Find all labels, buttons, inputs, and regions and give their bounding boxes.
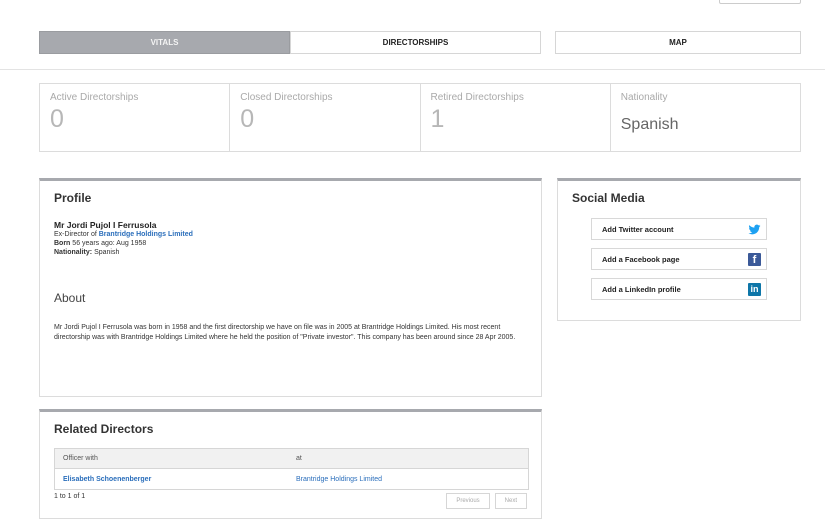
stat-value: 0 [50, 105, 64, 133]
social-media-panel: Social Media Add Twitter account Add a F… [557, 178, 801, 321]
add-facebook-button[interactable]: Add a Facebook page f [591, 248, 767, 270]
stat-label: Closed Directorships [240, 92, 333, 103]
related-directors-panel: Related Directors Officer with at Elisab… [39, 409, 542, 519]
officer-link[interactable]: Elisabeth Schoenenberger [63, 476, 151, 483]
social-title: Social Media [572, 191, 645, 205]
born-value: 56 years ago: Aug 1958 [72, 240, 147, 247]
add-linkedin-button[interactable]: Add a LinkedIn profile in [591, 278, 767, 300]
ex-director-prefix: Ex-Director of [54, 231, 97, 238]
related-title: Related Directors [54, 422, 154, 436]
top-right-button[interactable] [719, 0, 801, 4]
stat-nationality: Nationality Spanish [611, 84, 800, 151]
nationality-label: Nationality: [54, 249, 93, 256]
stat-value: Spanish [620, 116, 679, 133]
col-officer-header: Officer with [63, 455, 98, 462]
stat-value: 0 [240, 105, 255, 133]
nationality-value: Spanish [94, 249, 120, 256]
twitter-icon [748, 224, 761, 235]
profile-title: Profile [54, 191, 92, 205]
stat-label: Nationality [620, 92, 668, 103]
table-header: Officer with at [55, 449, 528, 469]
next-button[interactable]: Next [494, 493, 527, 509]
pagination-count: 1 to 1 of 1 [54, 493, 86, 500]
previous-button[interactable]: Previous [446, 493, 490, 509]
related-table: Officer with at Elisabeth Schoenenberger… [54, 448, 529, 490]
stat-label: Retired Directorships [430, 92, 524, 103]
stat-retired-directorships: Retired Directorships 1 [421, 84, 611, 151]
stat-closed-directorships: Closed Directorships 0 [230, 84, 421, 151]
tab-vitals[interactable]: VITALS [39, 31, 290, 54]
facebook-label: Add a Facebook page [602, 254, 680, 264]
table-footer: 1 to 1 of 1 Previous Next [54, 493, 527, 509]
col-company-header: at [296, 455, 302, 462]
add-twitter-button[interactable]: Add Twitter account [591, 218, 767, 240]
born-label: Born [54, 240, 71, 247]
twitter-label: Add Twitter account [602, 224, 674, 234]
nationality-line: Nationality: Spanish [54, 248, 527, 257]
facebook-icon: f [748, 253, 761, 266]
stat-active-directorships: Active Directorships 0 [40, 84, 231, 151]
company-link[interactable]: Brantridge Holdings Limited [296, 476, 382, 483]
linkedin-icon: in [748, 283, 761, 296]
company-link[interactable]: Brantridge Holdings Limited [99, 231, 193, 238]
tab-directorships[interactable]: DIRECTORSHIPS [290, 31, 541, 54]
stats-bar: Active Directorships 0 Closed Directorsh… [39, 83, 801, 152]
linkedin-label: Add a LinkedIn profile [602, 284, 681, 294]
about-heading: About [54, 291, 86, 305]
stat-value: 1 [430, 105, 445, 133]
profile-panel: Profile Mr Jordi Pujol I Ferrusola Ex-Di… [39, 178, 542, 397]
person-name: Mr Jordi Pujol I Ferrusola [54, 220, 157, 230]
born-line: Born 56 years ago: Aug 1958 [54, 239, 527, 248]
tab-map[interactable]: MAP [555, 31, 801, 54]
ex-director-line: Ex-Director of Brantridge Holdings Limit… [54, 230, 527, 239]
divider [0, 69, 825, 70]
stat-label: Active Directorships [50, 92, 139, 103]
about-text: Mr Jordi Pujol I Ferrusola was born in 1… [54, 324, 516, 341]
pagination: Previous Next [446, 493, 527, 509]
table-row: Elisabeth Schoenenberger Brantridge Hold… [55, 469, 528, 489]
